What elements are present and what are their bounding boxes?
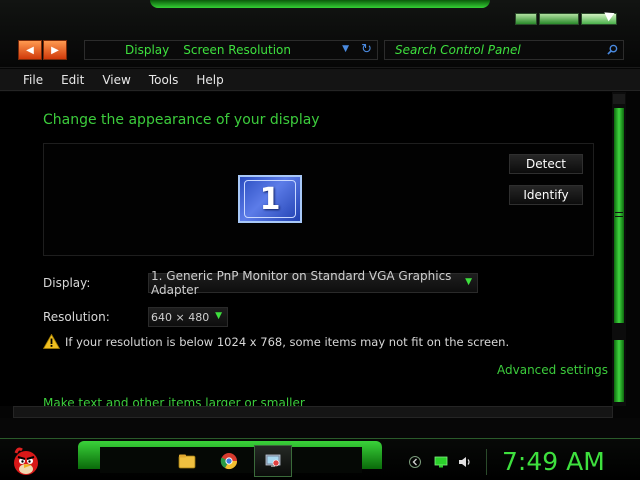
display-label: Display: xyxy=(43,276,91,290)
monitor-1-tile[interactable]: 1 xyxy=(238,175,302,223)
resolution-select[interactable]: 640 × 480 ▼ xyxy=(148,307,228,327)
monitor-preview-panel: 1 Detect Identify xyxy=(43,143,594,256)
display-select[interactable]: 1. Generic PnP Monitor on Standard VGA G… xyxy=(148,269,478,297)
taskbar-clock[interactable]: 7:49 AM xyxy=(502,447,605,476)
maximize-button[interactable] xyxy=(539,13,579,25)
chrome-icon[interactable] xyxy=(220,452,238,470)
warning-icon xyxy=(43,334,60,349)
arrow-right-icon: ▶ xyxy=(51,44,59,56)
horizontal-scrollbar[interactable] xyxy=(13,406,613,418)
resolution-warning-text: If your resolution is below 1024 x 768, … xyxy=(65,335,510,349)
scroll-grip-icon xyxy=(615,212,623,217)
address-dropdown-icon[interactable]: ▼ xyxy=(342,44,349,54)
breadcrumb-screen-resolution[interactable]: Screen Resolution xyxy=(183,43,291,57)
vertical-scrollbar[interactable] xyxy=(612,92,626,406)
page-title: Change the appearance of your display xyxy=(43,112,320,128)
chevron-down-icon: ▼ xyxy=(215,311,222,321)
control-panel-window: ◀ ▶ Display Screen Resolution ▼ ↻ Search… xyxy=(0,0,640,438)
refresh-icon[interactable]: ↻ xyxy=(361,42,372,57)
menu-help[interactable]: Help xyxy=(196,73,223,87)
monitor-number: 1 xyxy=(244,180,296,218)
tray-separator xyxy=(486,449,487,475)
search-input[interactable]: Search Control Panel xyxy=(384,40,624,60)
menu-tools[interactable]: Tools xyxy=(149,73,179,87)
monitor-icon[interactable] xyxy=(434,456,448,468)
chevron-down-icon: ▼ xyxy=(465,277,472,287)
identify-button[interactable]: Identify xyxy=(509,185,583,205)
search-placeholder: Search Control Panel xyxy=(395,43,521,57)
menu-view[interactable]: View xyxy=(102,73,130,87)
content-area: Change the appearance of your display 1 … xyxy=(0,92,612,406)
detect-button[interactable]: Detect xyxy=(509,154,583,174)
folder-icon[interactable] xyxy=(178,452,196,470)
search-icon[interactable] xyxy=(607,44,618,55)
status-bar xyxy=(0,418,640,438)
speaker-icon[interactable] xyxy=(458,456,472,468)
display-settings-icon xyxy=(265,454,281,467)
address-bar[interactable]: Display Screen Resolution ▼ ↻ xyxy=(84,40,378,60)
resolution-label: Resolution: xyxy=(43,310,110,324)
scroll-up-button[interactable] xyxy=(613,94,625,104)
minimize-button[interactable] xyxy=(515,13,537,25)
text-size-link[interactable]: Make text and other items larger or smal… xyxy=(43,396,305,406)
angry-bird-start-icon[interactable] xyxy=(10,445,42,477)
menu-file[interactable]: File xyxy=(23,73,43,87)
title-glow xyxy=(150,0,490,8)
menu-bar: File Edit View Tools Help xyxy=(0,69,640,91)
chevron-icon[interactable] xyxy=(408,456,422,468)
advanced-settings-link[interactable]: Advanced settings xyxy=(497,363,608,377)
display-select-value: 1. Generic PnP Monitor on Standard VGA G… xyxy=(151,269,452,297)
menu-edit[interactable]: Edit xyxy=(61,73,84,87)
resolution-select-value: 640 × 480 xyxy=(151,310,210,324)
breadcrumb-display[interactable]: Display xyxy=(125,43,169,57)
taskbar-active-window-button[interactable] xyxy=(254,445,292,477)
forward-button[interactable]: ▶ xyxy=(43,40,67,60)
scroll-track-lower[interactable] xyxy=(614,340,624,402)
navigation-buttons: ◀ ▶ xyxy=(18,40,67,60)
back-button[interactable]: ◀ xyxy=(18,40,42,60)
arrow-left-icon: ◀ xyxy=(26,44,34,56)
